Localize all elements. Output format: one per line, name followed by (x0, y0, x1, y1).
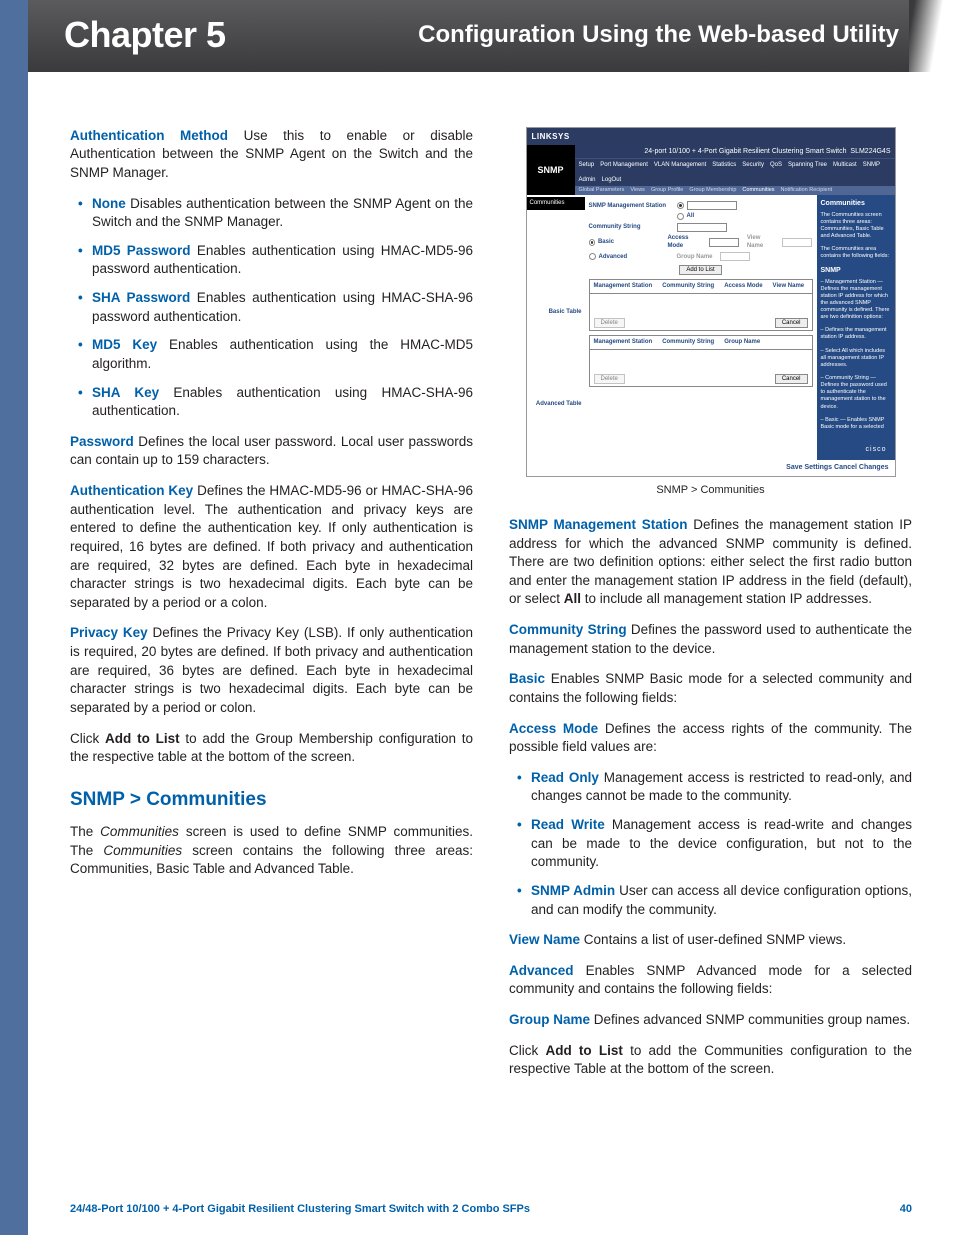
page-number: 40 (900, 1202, 912, 1217)
radio-icon (589, 239, 595, 246)
fig-adv-table: Management StationCommunity StringGroup … (589, 335, 813, 387)
para-add-to-list: Click Add to List to add the Group Membe… (70, 730, 473, 767)
list-item: None Disables authentication between the… (70, 195, 473, 232)
fig-brand: LINKSYS (527, 128, 895, 145)
figure-caption: SNMP > Communities (509, 483, 912, 498)
content: Chapter 5 Configuration Using the Web-ba… (28, 0, 954, 1235)
page-header: Chapter 5 Configuration Using the Web-ba… (28, 0, 954, 72)
section-heading-communities: SNMP > Communities (70, 787, 473, 813)
para-auth-key: Authentication Key Defines the HMAC-MD5-… (70, 482, 473, 612)
radio-icon (589, 253, 596, 260)
fig-main-nav: SetupPort ManagementVLAN ManagementStati… (575, 159, 895, 186)
fig-header: SNMP 24-port 10/100 + 4-Port Gigabit Res… (527, 145, 895, 196)
para-add-to-list-2: Click Add to List to add the Communities… (509, 1042, 912, 1079)
fig-basic-table: Management StationCommunity StringAccess… (589, 279, 813, 331)
para-password: Password Defines the local user password… (70, 433, 473, 470)
body-columns: Authentication Method Use this to enable… (28, 72, 954, 1190)
radio-icon (677, 202, 684, 209)
list-item: MD5 Key Enables authentication using the… (70, 336, 473, 373)
footer-product: 24/48-Port 10/100 + 4-Port Gigabit Resil… (70, 1202, 530, 1217)
fig-active-tab: Communities (527, 197, 585, 209)
radio-icon (677, 213, 684, 220)
document-title: Configuration Using the Web-based Utilit… (418, 18, 899, 51)
fig-help-panel: Communities The Communities screen conta… (817, 195, 895, 460)
fig-form-area: SNMP Management Station All Community St… (585, 195, 817, 460)
list-item: Read Only Management access is restricte… (509, 769, 912, 806)
cisco-logo: cisco (821, 437, 891, 456)
fig-footer: Save Settings Cancel Changes (527, 460, 895, 476)
screenshot-figure: LINKSYS SNMP 24-port 10/100 + 4-Port Gig… (526, 127, 896, 477)
list-item: SHA Key Enables authentication using HMA… (70, 384, 473, 421)
page-footer: 24/48-Port 10/100 + 4-Port Gigabit Resil… (28, 1190, 954, 1235)
para-mgmt-station: SNMP Management Station Defines the mana… (509, 516, 912, 609)
para-community-string: Community String Defines the password us… (509, 621, 912, 658)
fig-left-labels: Communities Basic Table Advanced Table (527, 195, 585, 460)
fig-snmp-label: SNMP (527, 145, 575, 196)
fig-tabs-area: 24-port 10/100 + 4-Port Gigabit Resilien… (575, 145, 895, 196)
fig-body: Communities Basic Table Advanced Table S… (527, 195, 895, 460)
chapter-heading: Chapter 5 (64, 10, 226, 60)
page: Chapter 5 Configuration Using the Web-ba… (0, 0, 954, 1235)
fig-product: 24-port 10/100 + 4-Port Gigabit Resilien… (575, 145, 895, 160)
para-advanced: Advanced Enables SNMP Advanced mode for … (509, 962, 912, 999)
para-auth-method: Authentication Method Use this to enable… (70, 127, 473, 183)
list-item: MD5 Password Enables authentication usin… (70, 242, 473, 279)
para-group-name: Group Name Defines advanced SNMP communi… (509, 1011, 912, 1030)
fig-add-button: Add to List (679, 265, 721, 275)
para-view-name: View Name Contains a list of user-define… (509, 931, 912, 950)
fig-adv-table-label: Advanced Table (527, 397, 585, 411)
list-item: Read Write Management access is read-wri… (509, 816, 912, 872)
para-basic: Basic Enables SNMP Basic mode for a sele… (509, 670, 912, 707)
fig-basic-table-label: Basic Table (527, 305, 585, 319)
para-communities-intro: The Communities screen is used to define… (70, 823, 473, 879)
auth-method-list: None Disables authentication between the… (70, 195, 473, 421)
kw-auth-method: Authentication Method (70, 128, 228, 143)
left-column: Authentication Method Use this to enable… (70, 127, 473, 1170)
para-access-mode: Access Mode Defines the access rights of… (509, 720, 912, 757)
para-privacy-key: Privacy Key Defines the Privacy Key (LSB… (70, 624, 473, 717)
access-mode-list: Read Only Management access is restricte… (509, 769, 912, 919)
left-sidebar (0, 0, 28, 1235)
list-item: SHA Password Enables authentication usin… (70, 289, 473, 326)
list-item: SNMP Admin User can access all device co… (509, 882, 912, 919)
fig-sub-nav: Global ParametersViewsGroup ProfileGroup… (575, 186, 895, 196)
right-column: LINKSYS SNMP 24-port 10/100 + 4-Port Gig… (509, 127, 912, 1170)
